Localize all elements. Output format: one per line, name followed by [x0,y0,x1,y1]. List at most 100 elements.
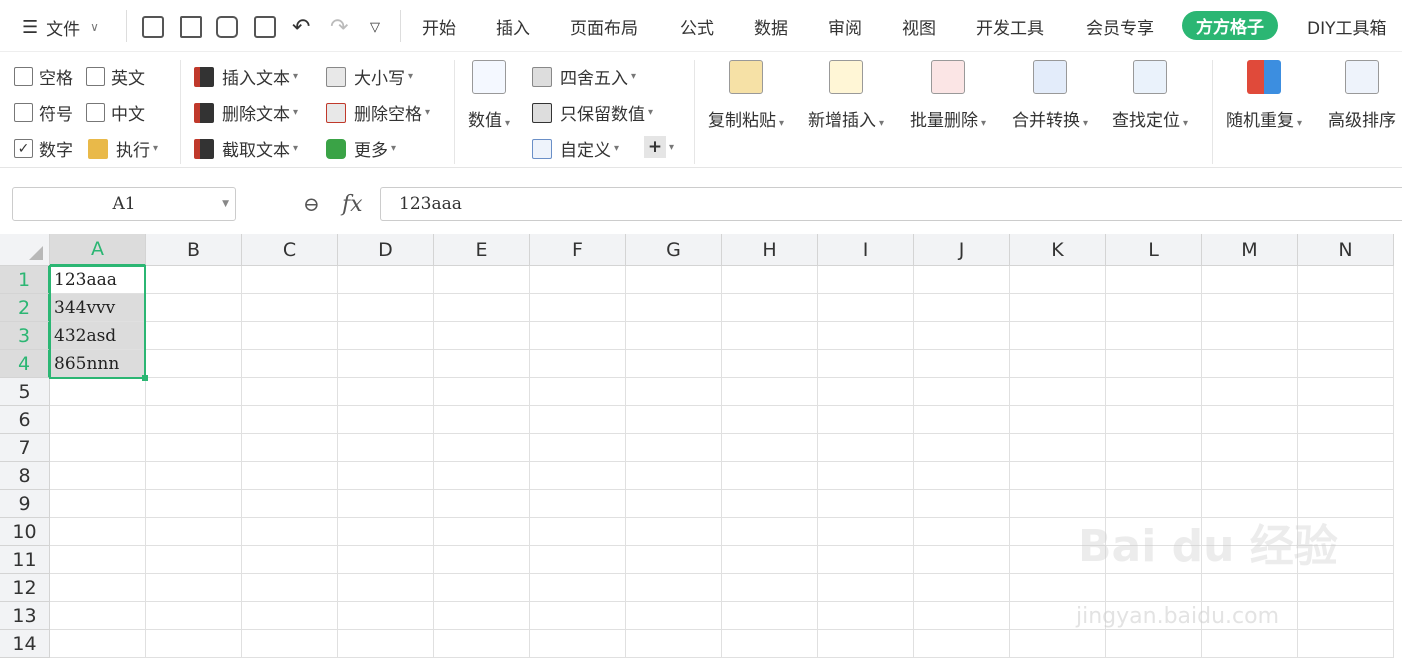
redo-icon[interactable]: ↷ [330,14,348,40]
chevron-down-icon[interactable]: ▼ [222,199,229,209]
cell-f7[interactable] [530,434,626,462]
case-button[interactable]: 大小写 ▾ [326,64,413,89]
row-header-6[interactable]: 6 [0,406,50,434]
cell-m14[interactable] [1202,630,1298,658]
row-header-9[interactable]: 9 [0,490,50,518]
column-header-m[interactable]: M [1202,234,1298,266]
cell-a4[interactable]: 865nnn [50,350,146,378]
cell-a10[interactable] [50,518,146,546]
cell-a11[interactable] [50,546,146,574]
custom-button[interactable]: 自定义 ▾ [532,136,619,161]
cell-j5[interactable] [914,378,1010,406]
cell-a8[interactable] [50,462,146,490]
cell-i1[interactable] [818,266,914,294]
checkbox-number[interactable]: ✓ 数字 [14,136,73,161]
value-button[interactable]: 数值 ▾ [468,60,510,131]
cell-k7[interactable] [1010,434,1106,462]
cell-e7[interactable] [434,434,530,462]
cell-c4[interactable] [242,350,338,378]
cell-h7[interactable] [722,434,818,462]
cell-h11[interactable] [722,546,818,574]
find-locate-button[interactable]: 查找定位 ▾ [1112,60,1188,131]
cell-c5[interactable] [242,378,338,406]
cell-c12[interactable] [242,574,338,602]
export-icon[interactable] [180,14,202,40]
spreadsheet-grid[interactable]: A B C D E F G H I J K L M N 1 123aaa 2 344vvv 3 432asd 4 865n… [0,234,1402,665]
menu-view[interactable]: 视图 [902,14,936,39]
cell-e6[interactable] [434,406,530,434]
cell-b11[interactable] [146,546,242,574]
batch-delete-button[interactable]: 批量删除 ▾ [910,60,986,131]
cell-c3[interactable] [242,322,338,350]
cell-e2[interactable] [434,294,530,322]
menu-member[interactable]: 会员专享 [1086,14,1154,39]
column-header-c[interactable]: C [242,234,338,266]
cell-a2[interactable]: 344vvv [50,294,146,322]
cell-h8[interactable] [722,462,818,490]
cell-a12[interactable] [50,574,146,602]
customize-icon[interactable]: ▽ [370,14,380,40]
cell-h3[interactable] [722,322,818,350]
menu-developer[interactable]: 开发工具 [976,14,1044,39]
cell-g12[interactable] [626,574,722,602]
cell-a7[interactable] [50,434,146,462]
row-header-12[interactable]: 12 [0,574,50,602]
cell-h1[interactable] [722,266,818,294]
cell-j13[interactable] [914,602,1010,630]
advanced-sort-button[interactable]: 高级排序 [1328,60,1396,131]
cell-e9[interactable] [434,490,530,518]
cell-g13[interactable] [626,602,722,630]
cell-f1[interactable] [530,266,626,294]
cell-f5[interactable] [530,378,626,406]
cell-k14[interactable] [1010,630,1106,658]
menu-home[interactable]: 开始 [422,14,456,39]
cell-l1[interactable] [1106,266,1202,294]
menu-review[interactable]: 审阅 [828,14,862,39]
cell-f2[interactable] [530,294,626,322]
cell-j3[interactable] [914,322,1010,350]
insert-text-button[interactable]: 插入文本 ▾ [194,64,298,89]
cell-m2[interactable] [1202,294,1298,322]
column-header-n[interactable]: N [1298,234,1394,266]
cell-e11[interactable] [434,546,530,574]
cell-b3[interactable] [146,322,242,350]
cell-j14[interactable] [914,630,1010,658]
print-icon[interactable] [216,14,238,40]
row-header-14[interactable]: 14 [0,630,50,658]
cell-m7[interactable] [1202,434,1298,462]
cell-e3[interactable] [434,322,530,350]
cell-c10[interactable] [242,518,338,546]
cell-d12[interactable] [338,574,434,602]
cell-a14[interactable] [50,630,146,658]
cell-g14[interactable] [626,630,722,658]
menu-page-layout[interactable]: 页面布局 [570,14,638,39]
checkbox-box[interactable] [14,67,33,86]
menu-formula[interactable]: 公式 [680,14,714,39]
cell-c14[interactable] [242,630,338,658]
cell-d4[interactable] [338,350,434,378]
cell-c1[interactable] [242,266,338,294]
cell-i3[interactable] [818,322,914,350]
row-header-7[interactable]: 7 [0,434,50,462]
column-header-i[interactable]: I [818,234,914,266]
delete-space-button[interactable]: 删除空格 ▾ [326,100,430,125]
cell-g8[interactable] [626,462,722,490]
name-box[interactable]: A1 ▼ [12,187,236,221]
cell-c8[interactable] [242,462,338,490]
cell-d6[interactable] [338,406,434,434]
cell-g9[interactable] [626,490,722,518]
column-header-k[interactable]: K [1010,234,1106,266]
cell-e10[interactable] [434,518,530,546]
column-header-b[interactable]: B [146,234,242,266]
cell-d1[interactable] [338,266,434,294]
cell-a3[interactable]: 432asd [50,322,146,350]
cell-k6[interactable] [1010,406,1106,434]
cell-b6[interactable] [146,406,242,434]
column-header-h[interactable]: H [722,234,818,266]
row-header-11[interactable]: 11 [0,546,50,574]
formula-input[interactable]: 123aaa [380,187,1402,221]
column-header-j[interactable]: J [914,234,1010,266]
cell-k2[interactable] [1010,294,1106,322]
delete-text-button[interactable]: 删除文本 ▾ [194,100,298,125]
cell-m12[interactable] [1202,574,1298,602]
